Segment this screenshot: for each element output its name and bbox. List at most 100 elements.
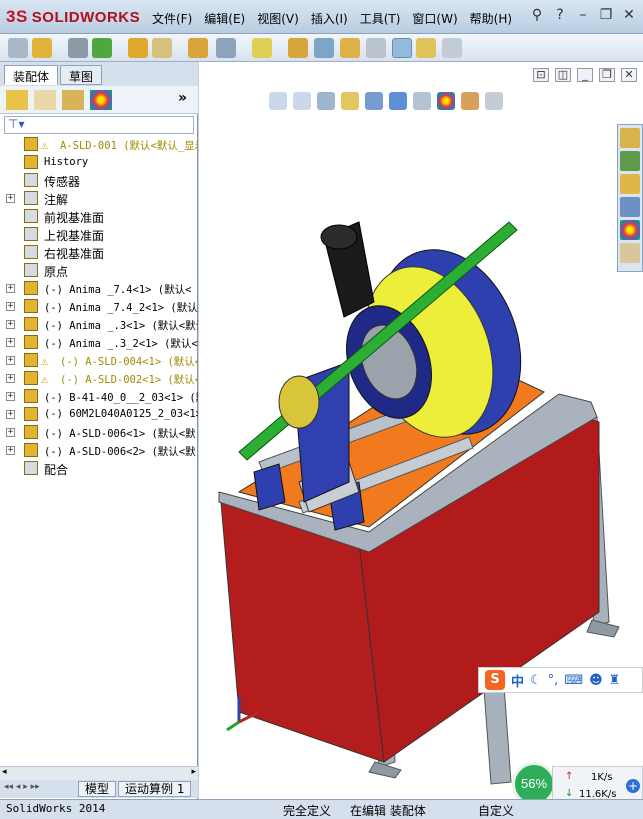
scroll-left-icon[interactable]: ◂: [2, 767, 7, 777]
feature-icon: [24, 173, 38, 187]
reference-geometry-icon[interactable]: [252, 38, 272, 58]
component-icon: [24, 353, 38, 367]
tree-item[interactable]: + (-) 60M2L040A0125_2_03<1>: [0, 406, 198, 424]
tree-item[interactable]: + ⚠ (-) A-SLD-002<1> (默认<: [0, 370, 198, 388]
tree-item[interactable]: History: [0, 154, 198, 172]
bottom-tabs: ◂◂ ◂ ▸ ▸▸ 模型 运动算例 1: [0, 780, 198, 798]
expand-icon[interactable]: +: [6, 410, 15, 419]
expand-icon[interactable]: +: [6, 446, 15, 455]
tree-item[interactable]: 右视基准面: [0, 244, 198, 262]
feature-tree: ⚠ A-SLD-001 (默认<默认_显示 History 传感器 + 注解 前视基准面 上视…: [0, 136, 198, 756]
expand-icon[interactable]: +: [6, 194, 15, 203]
units-state[interactable]: 自定义: [478, 802, 514, 819]
exploded-view-icon[interactable]: [340, 38, 360, 58]
tree-item-label: (-) A-SLD-002<1> (默认<: [60, 374, 198, 386]
filter-icon[interactable]: ⊤▾: [8, 117, 24, 131]
component-icon: [24, 317, 38, 331]
tree-item-label: 原点: [44, 265, 69, 279]
download-arrow-icon: ↓: [565, 788, 574, 799]
tree-item[interactable]: + (-) A-SLD-006<1> (默认<默: [0, 424, 198, 442]
scroll-right-icon[interactable]: ▸: [191, 767, 196, 777]
keyboard-icon[interactable]: ⌨: [564, 673, 583, 688]
filter-field[interactable]: ⊤▾: [4, 116, 194, 134]
tree-item[interactable]: + (-) Anima _.3<1> (默认<默认: [0, 316, 198, 334]
tree-item[interactable]: 原点: [0, 262, 198, 280]
expand-panel-icon[interactable]: »: [178, 90, 200, 110]
menu-view[interactable]: 视图(V): [257, 10, 299, 27]
menu-file[interactable]: 文件(F): [152, 10, 192, 27]
tree-item[interactable]: + ⚠ (-) A-SLD-004<1> (默认<: [0, 352, 198, 370]
tree-item[interactable]: + (-) Anima _.3_2<1> (默认<: [0, 334, 198, 352]
tree-item[interactable]: 上视基准面: [0, 226, 198, 244]
menu-insert[interactable]: 插入(I): [311, 10, 348, 27]
tree-item-label: (-) Anima _7.4_2<1> (默认: [44, 302, 198, 314]
menu-window[interactable]: 窗口(W): [412, 10, 457, 27]
explode-line-icon[interactable]: [366, 38, 386, 58]
tree-item-label: (-) 60M2L040A0125_2_03<1>: [44, 408, 198, 420]
expand-icon[interactable]: +: [6, 338, 15, 347]
warning-icon: ⚠: [41, 138, 49, 152]
menu-edit[interactable]: 编辑(E): [204, 10, 245, 27]
expand-icon[interactable]: +: [6, 284, 15, 293]
tree-item-label: (-) Anima _7.4<1> (默认<: [44, 284, 192, 296]
menu-tools[interactable]: 工具(T): [360, 10, 401, 27]
tree-item[interactable]: + 注解: [0, 190, 198, 208]
tree-item[interactable]: 配合: [0, 460, 198, 478]
tree-item[interactable]: 前视基准面: [0, 208, 198, 226]
shirt-icon[interactable]: ♜: [609, 673, 621, 688]
tree-item[interactable]: + (-) Anima _7.4_2<1> (默认: [0, 298, 198, 316]
expand-icon[interactable]: +: [6, 392, 15, 401]
app-brand: SOLIDWORKS: [31, 8, 141, 26]
tab-model[interactable]: 模型: [78, 781, 117, 797]
restore-icon[interactable]: ❐: [596, 7, 616, 25]
horizontal-scrollbar[interactable]: ◂ ▸: [0, 766, 198, 780]
expand-icon[interactable]: +: [6, 356, 15, 365]
mate-icon[interactable]: [68, 38, 88, 58]
tab-sketch[interactable]: 草图: [60, 65, 103, 85]
user-icon[interactable]: ☻: [589, 673, 603, 688]
help-icon[interactable]: ?: [550, 7, 570, 25]
minimize-icon[interactable]: –: [573, 7, 593, 25]
tab-assembly[interactable]: 装配体: [4, 65, 59, 85]
panel-icon-bar: »: [0, 86, 198, 114]
add-icon[interactable]: +: [626, 779, 640, 793]
tab-motion-study[interactable]: 运动算例 1: [118, 781, 192, 797]
display-manager-icon[interactable]: [90, 90, 112, 110]
sogou-icon[interactable]: S: [485, 670, 505, 690]
expand-icon[interactable]: +: [6, 374, 15, 383]
pin-icon[interactable]: ⚲: [527, 7, 547, 25]
configuration-manager-icon[interactable]: [62, 90, 84, 110]
nav-first-icon[interactable]: ◂◂ ◂ ▸ ▸▸: [4, 782, 40, 792]
moon-icon[interactable]: ☾: [530, 673, 542, 688]
new-assembly-icon[interactable]: [8, 38, 28, 58]
tree-item[interactable]: ⚠ A-SLD-001 (默认<默认_显示: [0, 136, 198, 154]
assembly-features-icon[interactable]: [216, 38, 236, 58]
bill-of-materials-icon[interactable]: [314, 38, 334, 58]
tree-item[interactable]: 传感器: [0, 172, 198, 190]
property-manager-icon[interactable]: [34, 90, 56, 110]
menu-help[interactable]: 帮助(H): [470, 10, 512, 27]
tree-item[interactable]: + (-) Anima _7.4<1> (默认<: [0, 280, 198, 298]
smart-fasteners-icon[interactable]: [128, 38, 148, 58]
instant3d-icon[interactable]: [392, 38, 412, 58]
new-motion-study-icon[interactable]: [288, 38, 308, 58]
update-speedpak-icon[interactable]: [416, 38, 436, 58]
expand-icon[interactable]: +: [6, 428, 15, 437]
solidworks-logo[interactable]: 3S SOLIDWORKS: [6, 6, 140, 28]
close-icon[interactable]: ✕: [619, 7, 639, 25]
expand-icon[interactable]: +: [6, 320, 15, 329]
tree-item[interactable]: + (-) A-SLD-006<2> (默认<默: [0, 442, 198, 460]
show-hidden-icon[interactable]: [188, 38, 208, 58]
punctuation-icon[interactable]: °,: [548, 673, 559, 688]
insert-component-icon[interactable]: [32, 38, 52, 58]
feature-manager-icon[interactable]: [6, 90, 28, 110]
tree-item-label: (-) Anima _.3_2<1> (默认<: [44, 338, 198, 350]
ime-mode[interactable]: 中: [511, 671, 524, 690]
feature-icon: [24, 263, 38, 277]
pattern-icon[interactable]: [92, 38, 112, 58]
component-icon: [24, 155, 38, 169]
take-snapshot-icon[interactable]: [442, 38, 462, 58]
move-component-icon[interactable]: [152, 38, 172, 58]
expand-icon[interactable]: +: [6, 302, 15, 311]
tree-item[interactable]: + (-) B-41-40_0__2_03<1> (默: [0, 388, 198, 406]
